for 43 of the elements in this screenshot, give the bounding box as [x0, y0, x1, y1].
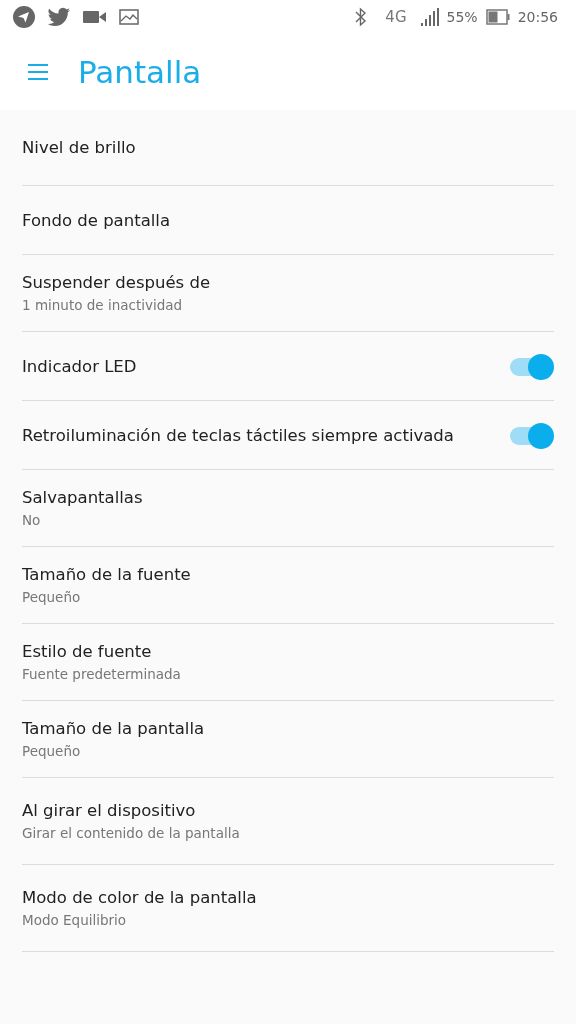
setting-value: Modo Equilibrio: [22, 912, 128, 928]
settings-item[interactable]: Salvapantallas No: [22, 470, 554, 547]
setting-value: Fuente predeterminada: [22, 666, 181, 682]
setting-value: No: [22, 512, 42, 528]
signal-icon: [420, 8, 439, 26]
settings-item[interactable]: Nivel de brillo: [22, 110, 554, 186]
battery-icon: [485, 9, 510, 25]
settings-item[interactable]: Estilo de fuente Fuente predeterminada: [22, 624, 554, 701]
page-title: Pantalla: [78, 54, 202, 90]
setting-title: Modo de color de la pantalla: [22, 888, 257, 907]
setting-title: Retroiluminación de teclas táctiles siempre activada: [22, 425, 454, 445]
settings-item[interactable]: Fondo de pantalla: [22, 186, 554, 255]
setting-title: Al girar el dispositivo: [22, 801, 197, 820]
clock: 20:56: [517, 9, 558, 25]
menu-icon[interactable]: [28, 63, 48, 81]
image-icon: [119, 9, 139, 25]
settings-item[interactable]: Retroiluminación de teclas táctiles siempre activada: [22, 401, 554, 470]
toggle-switch[interactable]: [508, 354, 554, 378]
setting-title: Suspender después de: [22, 273, 211, 292]
network-type: 4G: [385, 8, 407, 26]
setting-title: Tamaño de la fuente: [22, 565, 191, 584]
settings-item[interactable]: Modo de color de la pantalla Modo Equilibrio: [22, 865, 554, 952]
toggle-switch[interactable]: [508, 423, 554, 447]
setting-title: Tamaño de la pantalla: [22, 719, 205, 738]
setting-title: Fondo de pantalla: [22, 210, 171, 230]
settings-item[interactable]: Indicador LED: [22, 332, 554, 401]
setting-title: Indicador LED: [22, 356, 137, 376]
bird-icon: [47, 7, 71, 27]
setting-title: Estilo de fuente: [22, 642, 153, 661]
setting-value: Pequeño: [22, 589, 82, 605]
settings-item[interactable]: Al girar el dispositivo Girar el contenido de la pantalla: [22, 778, 554, 865]
settings-item[interactable]: Tamaño de la fuente Pequeño: [22, 547, 554, 624]
bluetooth-icon: [355, 7, 368, 27]
setting-value: 1 minuto de inactividad: [22, 297, 184, 313]
telegram-icon: [13, 6, 35, 28]
setting-value: Pequeño: [22, 743, 82, 759]
video-camera-icon: [83, 9, 107, 25]
setting-title: Nivel de brillo: [22, 138, 136, 157]
battery-percentage: 55%: [446, 9, 478, 25]
settings-item[interactable]: Suspender después de 1 minuto de inactividad: [22, 255, 554, 332]
settings-item[interactable]: Tamaño de la pantalla Pequeño: [22, 701, 554, 778]
setting-value: Girar el contenido de la pantalla: [22, 825, 240, 841]
setting-title: Salvapantallas: [22, 488, 143, 507]
